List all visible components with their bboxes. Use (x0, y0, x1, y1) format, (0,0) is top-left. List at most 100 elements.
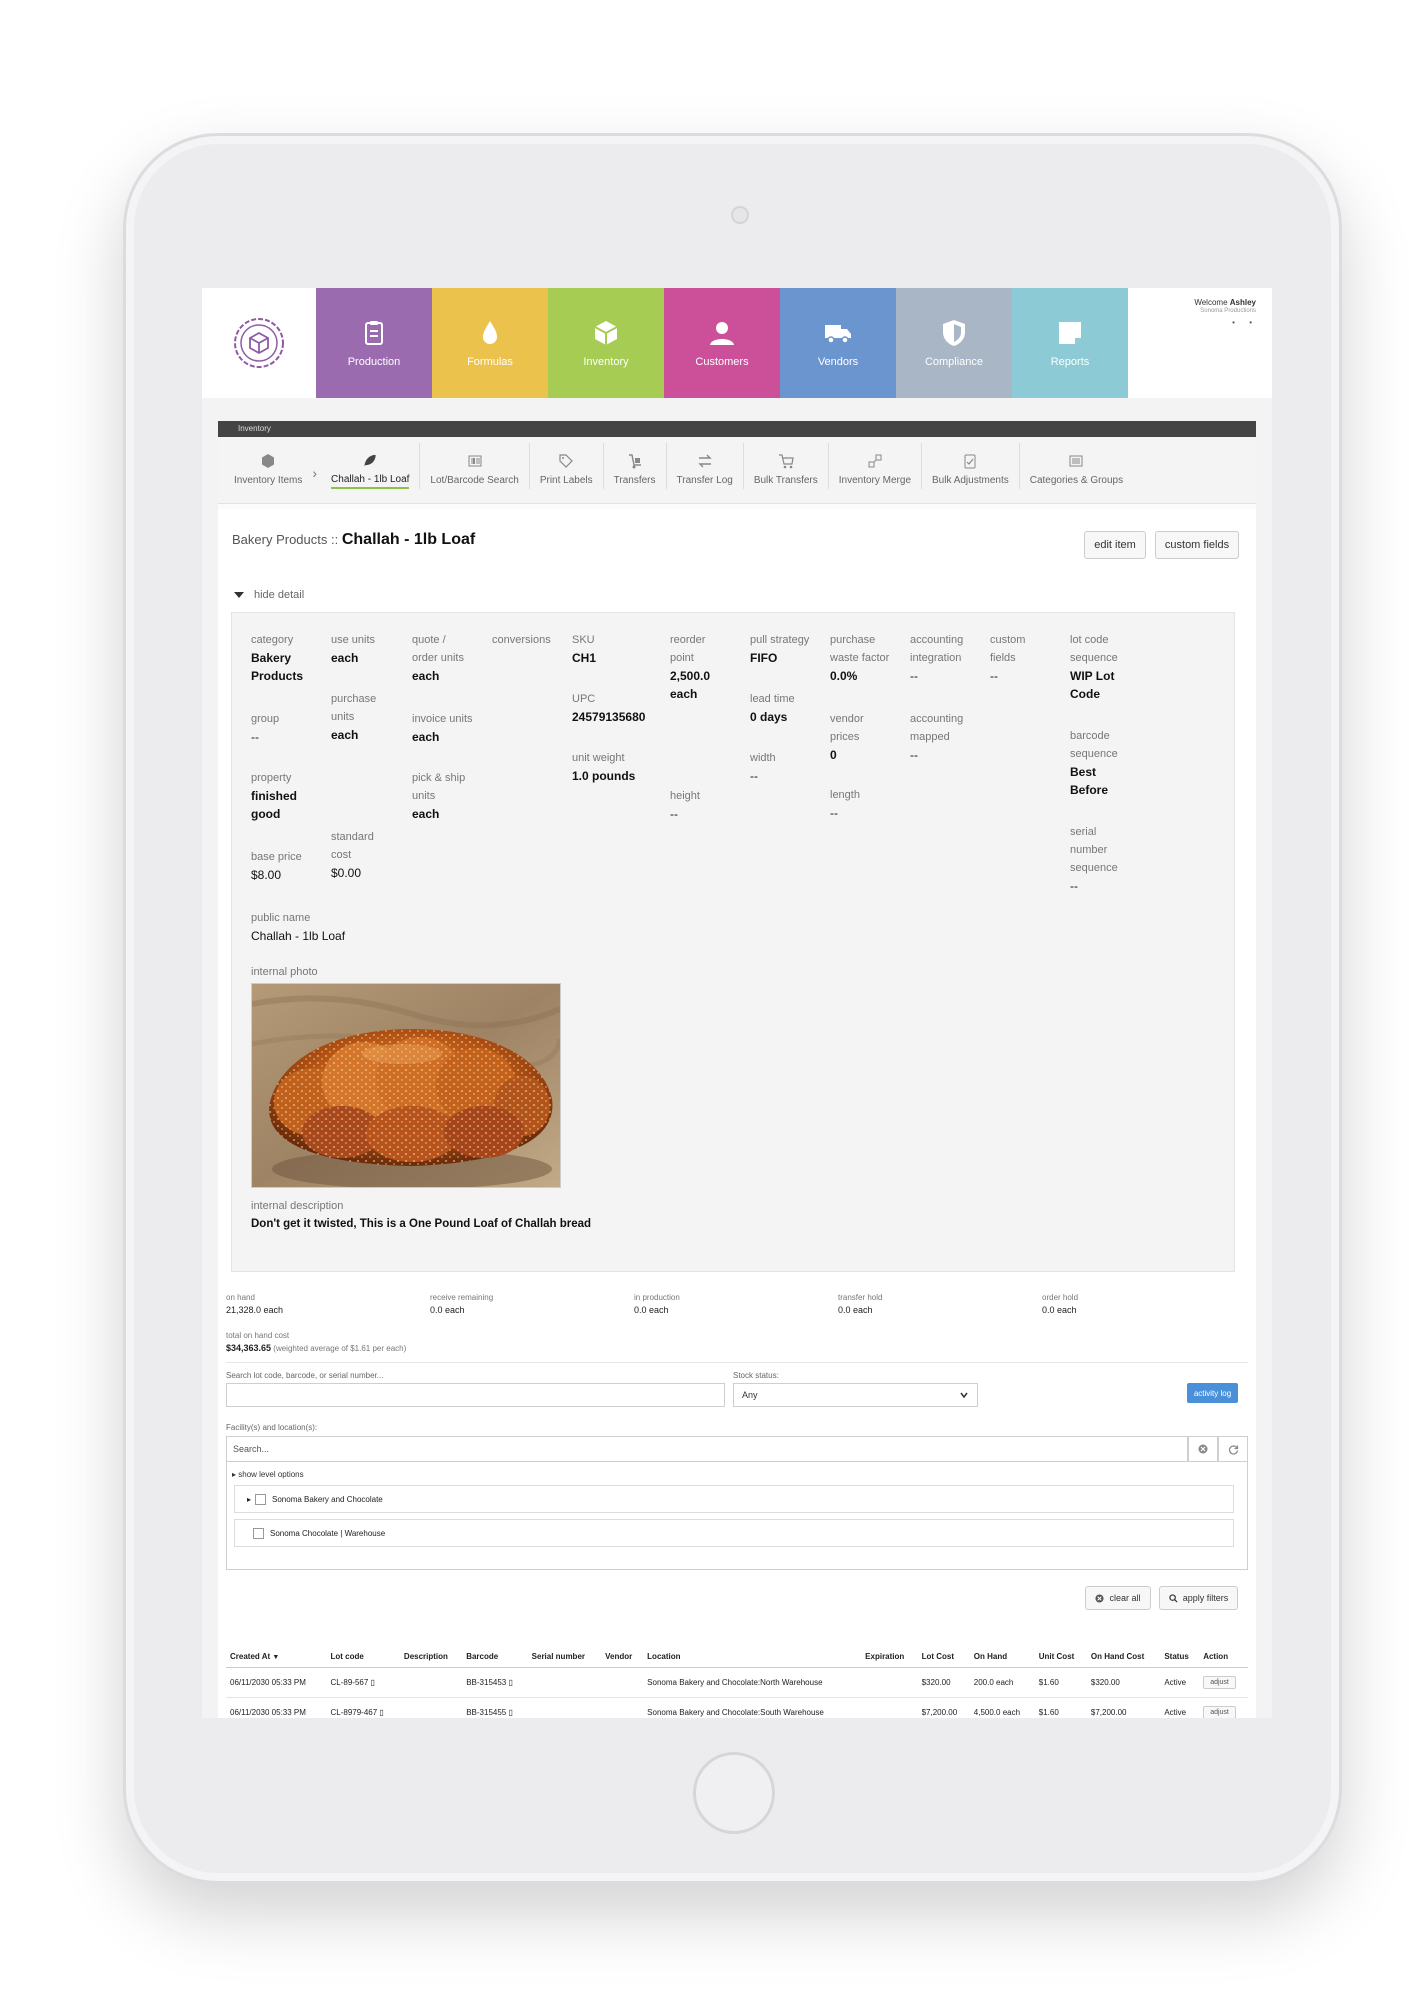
field-invoice-units: invoice units each (412, 710, 473, 746)
field-reorder-point: reorder point 2,500.0 each (670, 631, 710, 703)
subnav-inventory-items[interactable]: Inventory Items (224, 443, 312, 489)
location-name: Sonoma Chocolate | Warehouse (270, 1528, 386, 1538)
col-description[interactable]: Description (399, 1646, 463, 1668)
chevron-down-icon (960, 1392, 968, 1399)
col-lot-cost[interactable]: Lot Cost (917, 1646, 970, 1668)
cell-barcode[interactable]: BB-315455 ▯ (462, 1697, 528, 1718)
show-level-options-toggle[interactable]: ▸ show level options (232, 1470, 304, 1479)
field-width: width -- (750, 749, 776, 785)
subnav-categories-groups[interactable]: Categories & Groups (1020, 443, 1133, 489)
clear-search-button[interactable] (1188, 1436, 1218, 1462)
field-label: height (670, 790, 700, 802)
field-quote-order-units: quote / order units each (412, 631, 464, 685)
activity-log-button[interactable]: activity log (1187, 1383, 1238, 1403)
location-checkbox[interactable] (253, 1527, 264, 1539)
cell-lot-code[interactable]: CL-8979-467 ▯ (326, 1697, 400, 1718)
custom-fields-button[interactable]: custom fields (1155, 531, 1239, 559)
welcome-user[interactable]: Ashley (1230, 298, 1256, 307)
cell-serial-number (527, 1667, 602, 1698)
clear-all-label: clear all (1109, 1593, 1141, 1603)
field-label: vendor (830, 713, 864, 725)
col-status[interactable]: Status (1160, 1646, 1200, 1668)
subnav-inventory-merge[interactable]: Inventory Merge (829, 443, 923, 489)
field-purchase-waste-factor: purchase waste factor 0.0% (830, 631, 889, 685)
field-label: lot code (1070, 634, 1109, 646)
edit-item-button[interactable]: edit item (1084, 531, 1146, 559)
clear-all-button[interactable]: clear all (1085, 1586, 1151, 1610)
subnav-bulk-transfers[interactable]: Bulk Transfers (744, 443, 829, 489)
merge-icon (868, 454, 882, 468)
location-row-sonoma-bakery[interactable]: ▸ Sonoma Bakery and Chocolate (234, 1485, 1234, 1513)
search-icon (1169, 1593, 1178, 1603)
col-location[interactable]: Location (643, 1646, 862, 1668)
stat-value: $34,363.65 (226, 1343, 272, 1353)
subnav-transfers[interactable]: Transfers (604, 443, 667, 489)
adjust-button[interactable]: adjust (1203, 1676, 1236, 1689)
col-expiration[interactable]: Expiration (861, 1646, 918, 1668)
field-label: base price (251, 851, 302, 863)
location-checkbox[interactable] (255, 1493, 267, 1505)
nav-tile-inventory[interactable]: Inventory (548, 288, 664, 398)
menu-dots-icon[interactable]: • • (1232, 318, 1258, 327)
field-property: property finished good (251, 769, 297, 823)
document-icon[interactable]: ▯ (508, 1678, 512, 1687)
nav-tile-vendors[interactable]: Vendors (780, 288, 896, 398)
location-row-sonoma-warehouse[interactable]: Sonoma Chocolate | Warehouse (234, 1519, 1234, 1547)
subnav-print-labels[interactable]: Print Labels (530, 443, 604, 489)
stat-value: 21,328.0 each (226, 1305, 284, 1315)
lot-search-input[interactable] (226, 1383, 725, 1407)
subnav-lot-barcode-search[interactable]: Lot/Barcode Search (420, 443, 530, 489)
nav-tile-reports[interactable]: Reports (1012, 288, 1128, 398)
home-button[interactable] (693, 1752, 775, 1834)
company-name[interactable]: Sonoma Productions (1200, 308, 1256, 314)
document-icon[interactable]: ▯ (379, 1708, 383, 1717)
field-label: invoice units (412, 713, 473, 725)
barcode-value: BB-315453 (466, 1678, 507, 1687)
facility-search-input[interactable]: Search... (226, 1436, 1188, 1462)
field-label: number (1070, 844, 1108, 856)
internal-photo[interactable] (251, 983, 561, 1188)
field-label: units (331, 711, 355, 723)
category-path[interactable]: Bakery Products :: (232, 532, 338, 547)
field-label: purchase (331, 693, 377, 705)
col-created-at[interactable]: Created At ▼ (226, 1646, 327, 1668)
expand-arrow-icon[interactable]: ▸ (247, 1495, 251, 1504)
field-label: barcode (1070, 730, 1110, 742)
subnav-current-item[interactable]: Challah - 1lb Loaf (321, 443, 421, 489)
col-on-hand-cost[interactable]: On Hand Cost (1086, 1646, 1161, 1668)
table-row: 06/11/2030 05:33 PM CL-89-567 ▯ BB-31545… (226, 1667, 1248, 1698)
subnav-bulk-adjustments[interactable]: Bulk Adjustments (922, 443, 1020, 489)
cell-lot-code[interactable]: CL-89-567 ▯ (326, 1667, 400, 1698)
nav-tile-formulas[interactable]: Formulas (432, 288, 548, 398)
nav-tile-production[interactable]: Production (316, 288, 432, 398)
col-on-hand[interactable]: On Hand (969, 1646, 1035, 1668)
nav-tile-label: Compliance (924, 356, 984, 368)
col-serial-number[interactable]: Serial number (527, 1646, 602, 1668)
caret-down-icon (234, 592, 244, 599)
welcome-text: Welcome Ashley (1194, 298, 1256, 307)
nav-tile-compliance[interactable]: Compliance (896, 288, 1012, 398)
nav-tile-customers[interactable]: Customers (664, 288, 780, 398)
subnav-transfer-log[interactable]: Transfer Log (667, 443, 744, 489)
document-icon[interactable]: ▯ (508, 1708, 512, 1717)
adjust-button[interactable]: adjust (1203, 1706, 1236, 1718)
apply-filters-button[interactable]: apply filters (1159, 1586, 1238, 1610)
nav-tile-label: Reports (1050, 356, 1090, 368)
col-vendor[interactable]: Vendor (601, 1646, 644, 1668)
cell-description (399, 1667, 463, 1698)
cell-barcode[interactable]: BB-315453 ▯ (462, 1667, 528, 1698)
hide-detail-toggle[interactable]: hide detail (234, 589, 304, 601)
field-label: cost (331, 849, 352, 861)
refresh-button[interactable] (1218, 1436, 1248, 1462)
document-icon[interactable]: ▯ (371, 1678, 375, 1687)
col-lot-code[interactable]: Lot code (326, 1646, 400, 1668)
field-custom-fields: custom fields -- (990, 631, 1025, 685)
field-value: 0 days (750, 710, 788, 724)
logo[interactable] (202, 288, 316, 398)
welcome-area: Welcome Ashley Sonoma Productions • • (1128, 288, 1272, 398)
col-unit-cost[interactable]: Unit Cost (1034, 1646, 1087, 1668)
field-label: fields (990, 652, 1016, 664)
col-barcode[interactable]: Barcode (462, 1646, 528, 1668)
stock-status-select[interactable]: Any (733, 1383, 978, 1407)
cell-unit-cost: $1.60 (1034, 1697, 1087, 1718)
